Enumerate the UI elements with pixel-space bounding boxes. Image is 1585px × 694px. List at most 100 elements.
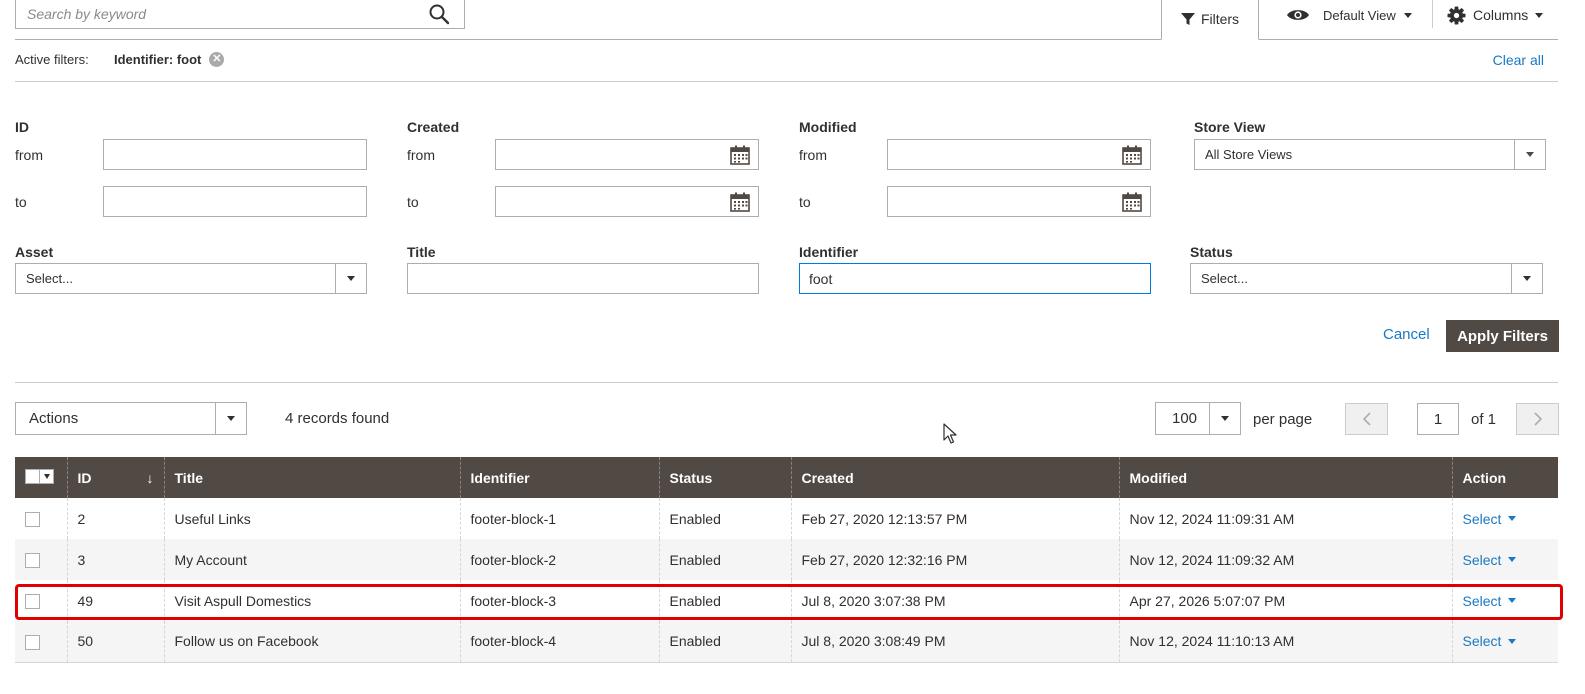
apply-filters-button[interactable]: Apply Filters	[1446, 320, 1559, 352]
cell-created: Feb 27, 2020 12:13:57 PM	[790, 498, 1119, 539]
calendar-icon[interactable]	[730, 192, 750, 212]
table-row[interactable]: 3 My Account footer-block-2 Enabled Feb …	[15, 539, 1558, 580]
previous-page-button[interactable]	[1345, 403, 1388, 435]
cell-modified: Nov 12, 2024 11:10:13 AM	[1118, 621, 1452, 663]
active-filters-label: Active filters:	[15, 52, 89, 67]
created-from-input[interactable]	[496, 140, 758, 169]
id-from-field	[103, 139, 367, 170]
next-page-button[interactable]	[1516, 403, 1559, 435]
cell-status: Enabled	[658, 498, 791, 539]
store-view-label: Store View	[1194, 119, 1266, 135]
search-input[interactable]	[16, 0, 464, 28]
cell-id: 3	[66, 539, 164, 580]
row-checkbox[interactable]	[25, 552, 40, 568]
asset-select[interactable]: Select...	[15, 263, 367, 294]
title-filter-input[interactable]	[408, 264, 758, 293]
toolbar-separator	[1432, 0, 1433, 28]
chevron-down-icon	[1508, 638, 1517, 644]
cancel-button[interactable]: Cancel	[1383, 326, 1430, 343]
asset-value: Select...	[26, 271, 73, 286]
cell-created: Jul 8, 2020 3:08:49 PM	[790, 621, 1119, 663]
default-view-dropdown[interactable]: Default View	[1286, 0, 1412, 30]
id-to-field	[103, 186, 367, 217]
clear-all-link[interactable]: Clear all	[1493, 52, 1544, 68]
per-page-select[interactable]: 100	[1155, 402, 1241, 435]
columns-dropdown[interactable]: Columns	[1447, 0, 1544, 30]
default-view-label: Default View	[1323, 7, 1396, 23]
column-header-created[interactable]: Created	[790, 457, 1119, 498]
row-select-action[interactable]: Select	[1463, 633, 1517, 649]
mouse-cursor-icon	[943, 423, 957, 444]
row-select-action[interactable]: Select	[1463, 511, 1517, 527]
grid-header-row: ID ↓ Title Identifier Status Created Modi…	[15, 457, 1558, 498]
cell-title: Visit Aspull Domestics	[163, 580, 460, 621]
column-header-title[interactable]: Title	[163, 457, 460, 498]
filters-divider	[15, 81, 1558, 82]
filters-button[interactable]: Filters	[1161, 0, 1259, 40]
column-header-identifier[interactable]: Identifier	[459, 457, 659, 498]
identifier-filter-label: Identifier	[799, 244, 859, 260]
table-row[interactable]: 2 Useful Links footer-block-1 Enabled Fe…	[15, 498, 1558, 539]
row-checkbox[interactable]	[25, 511, 40, 527]
row-select-action-label: Select	[1462, 592, 1502, 609]
chevron-right-icon	[1533, 412, 1542, 426]
chevron-down-icon	[1535, 12, 1544, 18]
page-count: of 1	[1471, 411, 1497, 428]
status-select[interactable]: Select...	[1190, 263, 1543, 294]
title-filter-field	[407, 263, 759, 294]
active-filter-chip: Identifier: foot ✕	[114, 52, 225, 67]
grid-divider	[15, 382, 1558, 383]
chevron-down-icon	[1403, 12, 1412, 18]
cell-identifier: footer-block-3	[459, 580, 659, 621]
row-select-action[interactable]: Select	[1463, 593, 1517, 609]
row-checkbox-cell	[15, 498, 67, 539]
page-number-input[interactable]: 1	[1417, 403, 1459, 435]
id-to-input[interactable]	[104, 187, 366, 216]
chevron-down-icon	[335, 264, 366, 293]
chevron-down-icon	[1514, 140, 1545, 169]
row-checkbox[interactable]	[25, 634, 40, 650]
row-select-action-label: Select	[1462, 510, 1502, 527]
cell-action: Select	[1451, 539, 1558, 580]
row-checkbox[interactable]	[25, 593, 40, 609]
search-icon[interactable]	[428, 3, 450, 25]
mass-select-checkbox[interactable]	[25, 469, 54, 484]
status-filter-label: Status	[1190, 244, 1233, 260]
chevron-down-icon	[1511, 264, 1542, 293]
store-view-select[interactable]: All Store Views	[1194, 139, 1546, 170]
identifier-filter-input[interactable]	[800, 264, 1150, 293]
actions-dropdown[interactable]: Actions	[15, 402, 247, 435]
asset-filter-label: Asset	[15, 244, 54, 260]
cell-action: Select	[1451, 621, 1558, 663]
cell-created: Jul 8, 2020 3:07:38 PM	[790, 580, 1119, 621]
cell-id: 2	[66, 498, 164, 539]
id-from-input[interactable]	[104, 140, 366, 169]
column-header-id[interactable]: ID ↓	[66, 457, 164, 498]
modified-filter-label: Modified	[799, 119, 857, 135]
sort-arrow-icon: ↓	[146, 469, 154, 486]
calendar-icon[interactable]	[1122, 145, 1142, 165]
column-header-modified[interactable]: Modified	[1118, 457, 1452, 498]
cell-modified: Nov 12, 2024 11:09:32 AM	[1118, 539, 1452, 580]
per-page-value: 100	[1172, 410, 1198, 427]
calendar-icon[interactable]	[730, 145, 750, 165]
created-to-input[interactable]	[496, 187, 758, 216]
column-header-status[interactable]: Status	[658, 457, 791, 498]
modified-to-input[interactable]	[888, 187, 1150, 216]
cell-status: Enabled	[658, 621, 791, 663]
chevron-down-icon	[215, 403, 246, 434]
table-row[interactable]: 49 Visit Aspull Domestics footer-block-3…	[15, 580, 1558, 621]
cell-modified: Nov 12, 2024 11:09:31 AM	[1118, 498, 1452, 539]
row-select-action[interactable]: Select	[1463, 552, 1517, 568]
calendar-icon[interactable]	[1122, 192, 1142, 212]
cell-title: Follow us on Facebook	[163, 621, 460, 663]
remove-filter-icon[interactable]: ✕	[209, 52, 225, 67]
table-row[interactable]: 50 Follow us on Facebook footer-block-4 …	[15, 621, 1558, 663]
records-count: 4 records found	[285, 410, 390, 427]
filters-label: Filters	[1200, 11, 1240, 27]
cell-identifier: footer-block-1	[459, 498, 659, 539]
row-checkbox-cell	[15, 539, 67, 580]
row-select-action-label: Select	[1462, 551, 1502, 568]
modified-from-input[interactable]	[888, 140, 1150, 169]
modified-from-field	[887, 139, 1151, 170]
